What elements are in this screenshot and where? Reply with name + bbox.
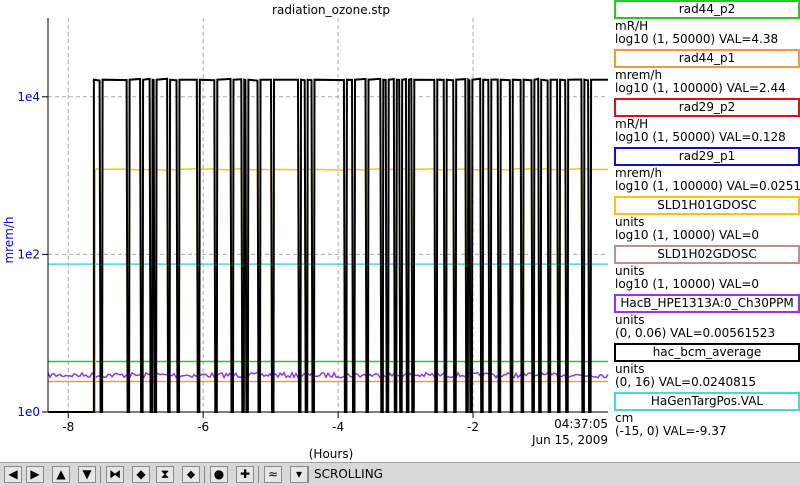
legend-range-8: (-15, 0) VAL=-9.37 [615, 424, 727, 438]
legend-range-3: log10 (1, 100000) VAL=0.0251 [615, 179, 800, 193]
toolbar: SCROLLING ◀ ▶ ▲ ▼ ⧓ ◆ ⧗ ⬥ ● ✚ ≈ ▾ [0, 462, 800, 486]
x-tick-label: -6 [197, 420, 209, 434]
zoom-in-x-button[interactable]: ⧓ [106, 466, 124, 483]
legend-name-1[interactable]: rad44_p1 [614, 49, 800, 68]
x-tick-label: -8 [62, 420, 74, 434]
zoom-in-y-icon: ⧗ [160, 467, 170, 481]
legend-range-1: log10 (1, 100000) VAL=2.44 [615, 81, 786, 95]
end-date-label: Jun 15, 2009 [531, 433, 608, 447]
chevron-down-icon: ▾ [295, 467, 303, 481]
arrow-left-icon: ◀ [8, 467, 18, 481]
chart-title: radiation_ozone.stp [272, 3, 390, 17]
legend-name-2[interactable]: rad29_p2 [614, 98, 800, 117]
legend-name-8[interactable]: HaGenTargPos.VAL [614, 392, 800, 411]
scroll-mode-button[interactable]: ≈ [264, 466, 282, 483]
zoom-out-y-button[interactable]: ⬥ [182, 466, 200, 483]
legend-name-3[interactable]: rad29_p1 [614, 147, 800, 166]
circle-icon: ● [213, 467, 225, 481]
arrow-down-icon: ▼ [82, 467, 92, 481]
legend-range-4: log10 (1, 10000) VAL=0 [615, 228, 760, 242]
y-tick-label: 1e4 [17, 90, 40, 104]
series-layer [47, 77, 609, 413]
legend-range-6: (0, 0.06) VAL=0.00561523 [615, 326, 776, 340]
y-tick-label: 1e2 [17, 247, 40, 261]
y-axis-label: mrem/h [2, 216, 16, 263]
y-tick-label: 1e0 [17, 405, 40, 419]
zoom-in-x-icon: ⧓ [109, 467, 121, 481]
zoom-in-y-button[interactable]: ⧗ [156, 466, 174, 483]
toolbar-separator [258, 466, 259, 483]
toolbar-separator [100, 466, 101, 483]
end-time-label: 04:37:05 [554, 417, 608, 431]
scrolling-status: SCROLLING [314, 467, 383, 481]
legend-range-5: log10 (1, 10000) VAL=0 [615, 277, 760, 291]
x-axis-label: (Hours) [309, 447, 354, 461]
legend-name-4[interactable]: SLD1H01GDOSC [614, 196, 800, 215]
zoom-out-x-button[interactable]: ◆ [132, 466, 150, 483]
pan-right-button[interactable]: ▶ [26, 466, 44, 483]
x-tick-label: -2 [467, 420, 479, 434]
arrow-right-icon: ▶ [30, 467, 40, 481]
plus-icon: ✚ [239, 467, 251, 481]
dropdown-button[interactable]: ▾ [290, 466, 308, 483]
legend-name-0[interactable]: rad44_p2 [614, 0, 800, 19]
autoscale-button[interactable]: ● [210, 466, 228, 483]
scroll-icon: ≈ [267, 467, 279, 481]
legend-range-0: log10 (1, 50000) VAL=4.38 [615, 32, 779, 46]
crosshair-button[interactable]: ✚ [236, 466, 254, 483]
legend-range-7: (0, 16) VAL=0.0240815 [615, 375, 756, 389]
x-tick-label: -4 [332, 420, 344, 434]
toolbar-separator [204, 466, 205, 483]
zoom-out-x-icon: ◆ [136, 467, 146, 481]
pan-left-button[interactable]: ◀ [4, 466, 22, 483]
toolbar-separator [308, 466, 309, 483]
plot-area[interactable]: radiation_ozone.stp mrem/h (Hours) 04:37… [0, 0, 612, 462]
chart[interactable]: radiation_ozone.stp mrem/h (Hours) 04:37… [0, 0, 612, 462]
legend-range-2: log10 (1, 50000) VAL=0.128 [615, 130, 786, 144]
zoom-out-y-icon: ⬥ [186, 467, 196, 481]
arrow-up-icon: ▲ [56, 467, 66, 481]
pan-up-button[interactable]: ▲ [52, 466, 70, 483]
legend-name-5[interactable]: SLD1H02GDOSC [614, 245, 800, 264]
legend-name-7[interactable]: hac_bcm_average [614, 343, 800, 362]
legend-name-6[interactable]: HacB_HPE1313A:0_Ch30PPM [614, 294, 800, 313]
pan-down-button[interactable]: ▼ [78, 466, 96, 483]
legend: rad44_p2 mR/H log10 (1, 50000) VAL=4.38 rad… [612, 0, 800, 462]
